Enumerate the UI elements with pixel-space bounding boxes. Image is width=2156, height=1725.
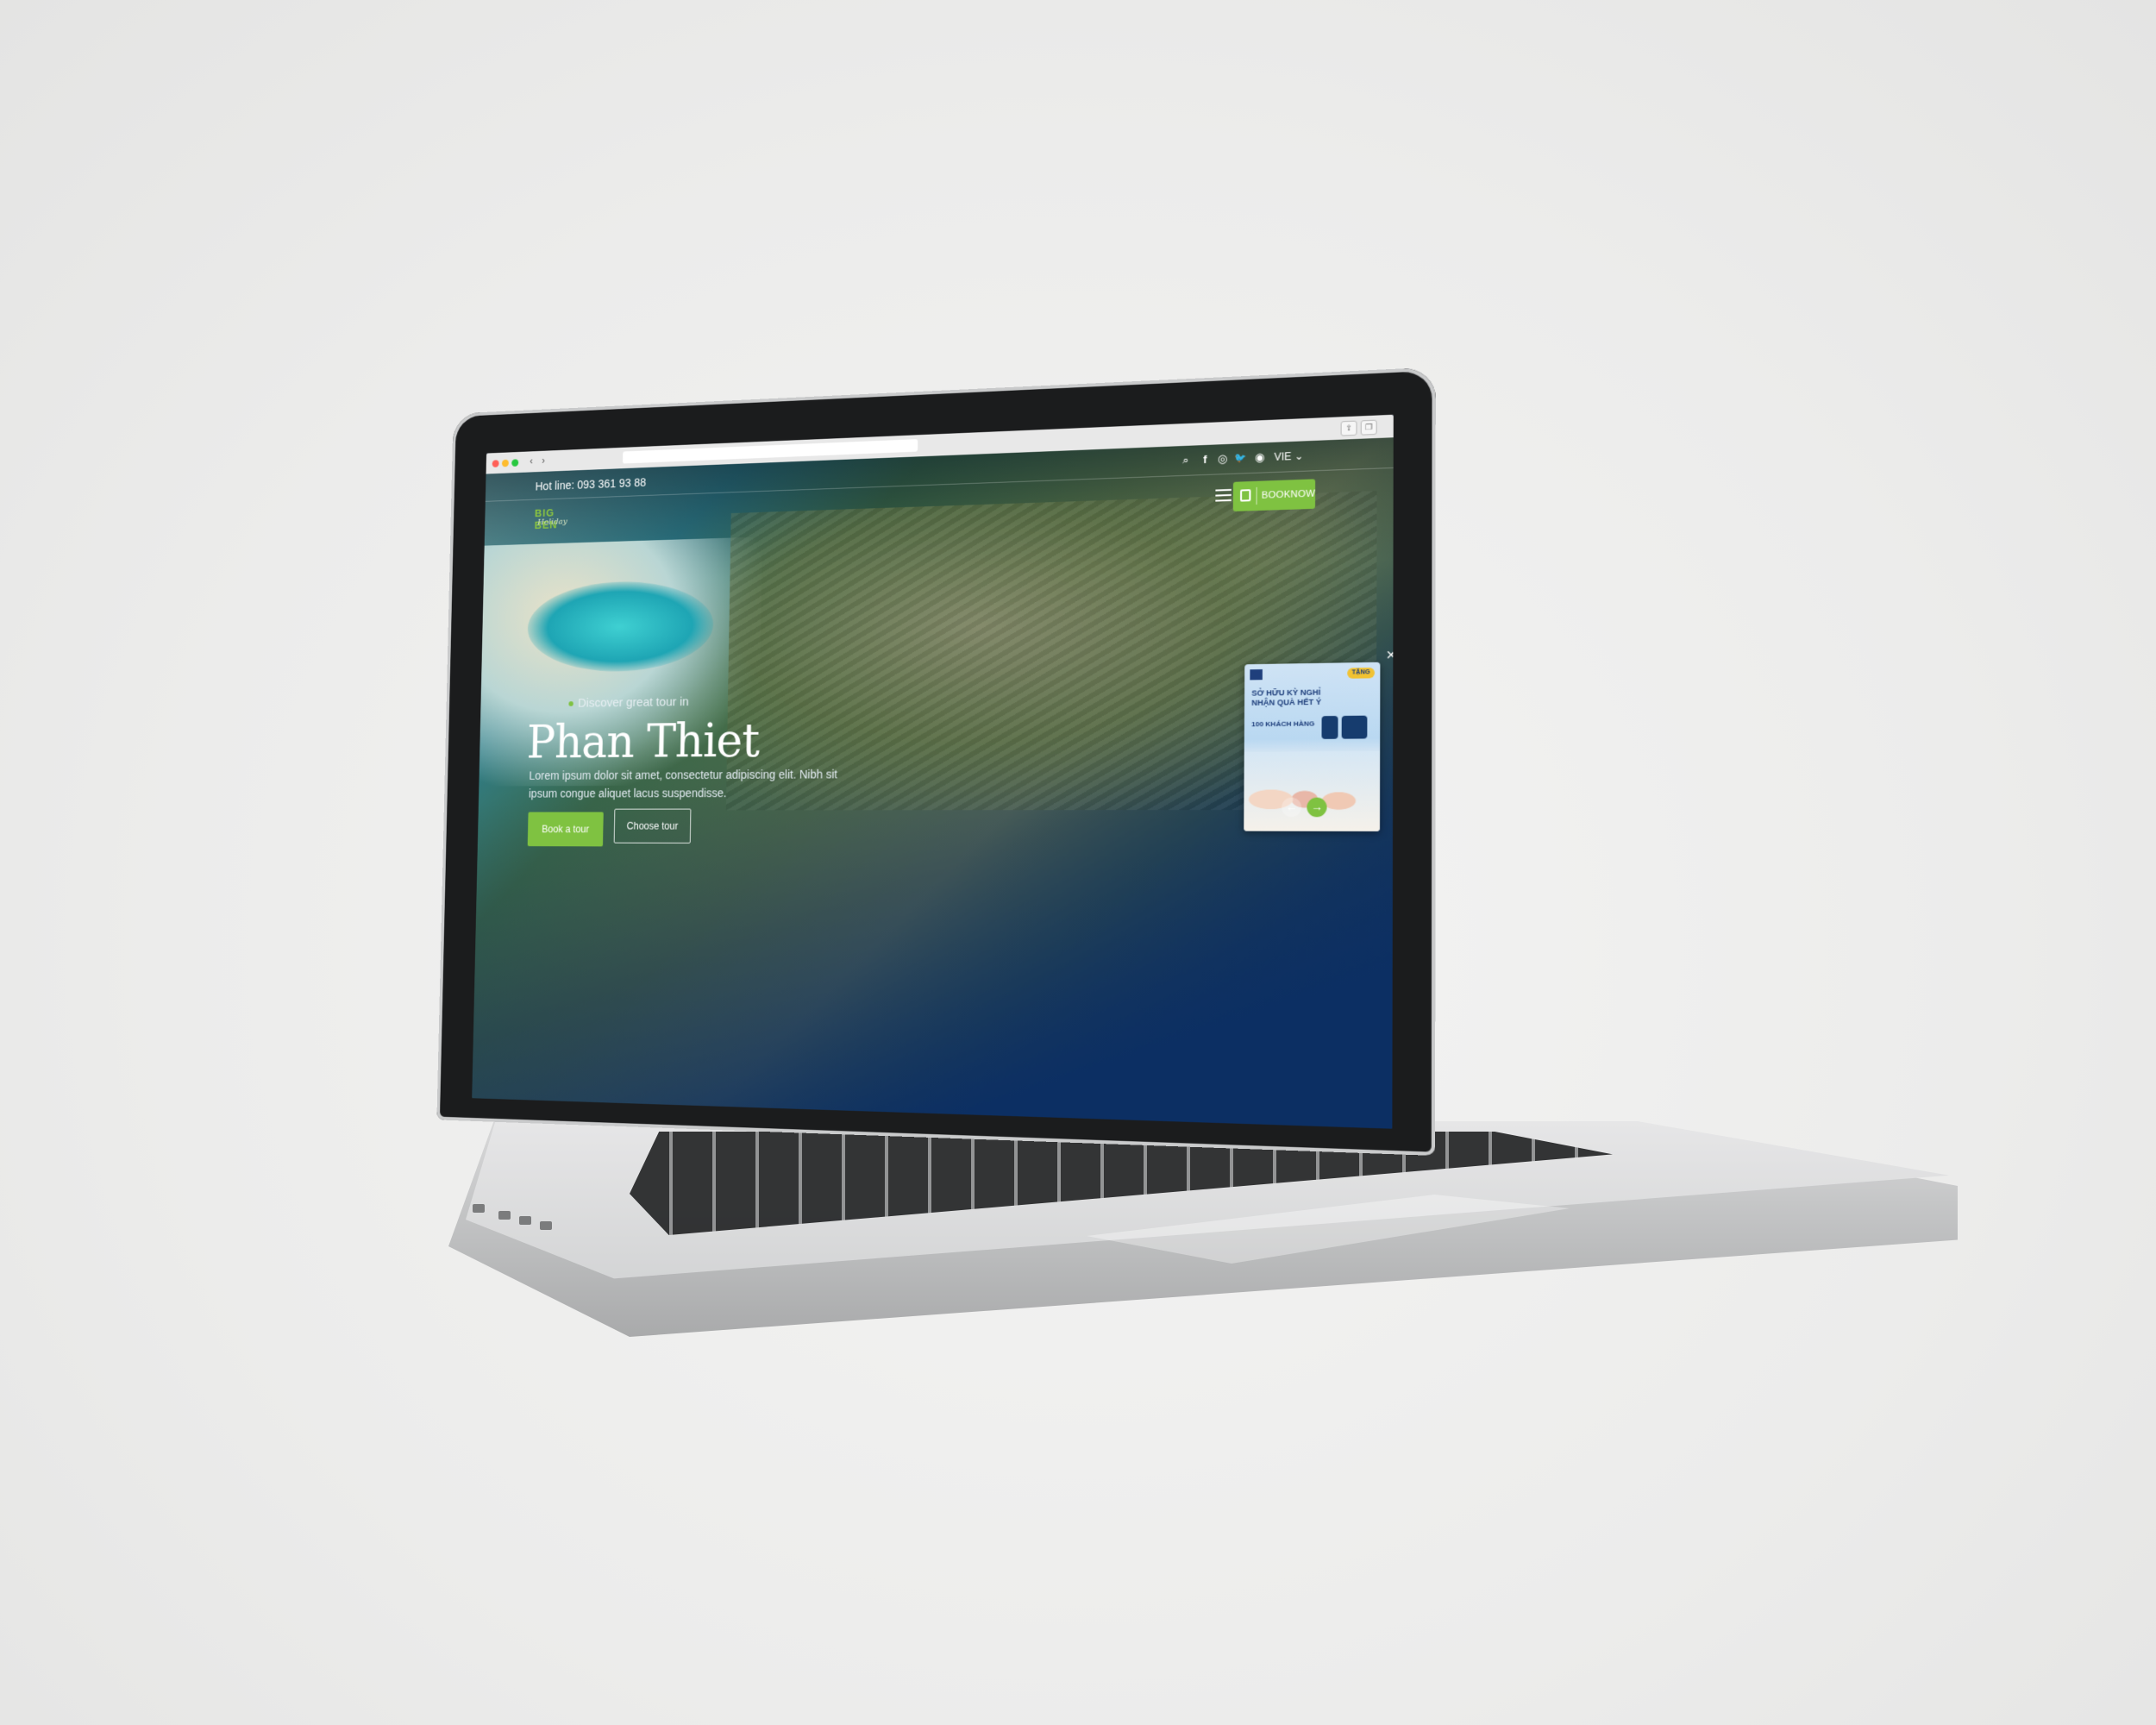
calendar-icon bbox=[1240, 489, 1250, 502]
search-icon[interactable]: ⌕ bbox=[1179, 454, 1193, 468]
hamburger-menu-icon[interactable] bbox=[1215, 489, 1232, 502]
laptop-screen: ‹ › ⇪ ❐ Hot line: 093 361 93 88 ⌕ f ◎ 🐦 … bbox=[472, 415, 1394, 1129]
book-a-tour-button[interactable]: Book a tour bbox=[528, 812, 604, 846]
language-selector[interactable]: VIE ⌄ bbox=[1274, 450, 1303, 463]
slider-next-button[interactable]: → bbox=[1307, 798, 1326, 818]
laptop-mockup: ‹ › ⇪ ❐ Hot line: 093 361 93 88 ⌕ f ◎ 🐦 … bbox=[0, 0, 2156, 1725]
twitter-icon[interactable]: 🐦 bbox=[1233, 451, 1248, 466]
prize-image bbox=[1321, 716, 1338, 739]
promo-count-text: 100 KHÁCH HÀNG bbox=[1251, 719, 1314, 728]
promo-headline: SỞ HỮU KỲ NGHỈ NHẬN QUÀ HẾT Ý bbox=[1251, 687, 1324, 707]
hero-section: Hot line: 093 361 93 88 ⌕ f ◎ 🐦 ◉ VIE ⌄ … bbox=[472, 437, 1394, 1128]
user-icon[interactable]: ◉ bbox=[1253, 450, 1268, 465]
hotline-text[interactable]: Hot line: 093 361 93 88 bbox=[536, 475, 647, 492]
choose-tour-button[interactable]: Choose tour bbox=[614, 809, 692, 844]
close-window-button[interactable] bbox=[492, 460, 499, 467]
maximize-window-button[interactable] bbox=[511, 459, 518, 467]
facebook-icon[interactable]: f bbox=[1198, 453, 1212, 467]
instagram-icon[interactable]: ◎ bbox=[1216, 452, 1230, 467]
usb-port bbox=[540, 1221, 552, 1230]
booknow-button[interactable]: BOOKNOW bbox=[1233, 479, 1315, 511]
forward-button[interactable]: › bbox=[537, 455, 549, 467]
back-button[interactable]: ‹ bbox=[525, 455, 537, 467]
prize-image bbox=[1342, 716, 1368, 739]
booknow-label: BOOKNOW bbox=[1262, 489, 1315, 501]
minimize-window-button[interactable] bbox=[502, 460, 509, 467]
promo-logo bbox=[1250, 669, 1263, 680]
hero-eyebrow: Discover great tour in bbox=[578, 695, 689, 711]
slider-prev-button[interactable]: ← bbox=[1282, 798, 1301, 818]
usb-port bbox=[473, 1204, 485, 1213]
promo-badge: TẶNG bbox=[1347, 668, 1375, 679]
logo-tagline: Holiday bbox=[537, 518, 567, 527]
tabs-icon[interactable]: ❐ bbox=[1361, 420, 1377, 436]
share-icon[interactable]: ⇪ bbox=[1341, 421, 1357, 436]
laptop-lid: ‹ › ⇪ ❐ Hot line: 093 361 93 88 ⌕ f ◎ 🐦 … bbox=[436, 367, 1435, 1156]
hero-title: Phan Thiet bbox=[526, 714, 760, 769]
hero-description: Lorem ipsum dolor sit amet, consectetur … bbox=[529, 765, 861, 803]
usb-port bbox=[519, 1216, 531, 1225]
site-logo[interactable]: BIG BEN Holiday bbox=[534, 506, 567, 536]
promo-photo bbox=[1244, 751, 1380, 831]
usb-port bbox=[498, 1211, 511, 1220]
promo-close-icon[interactable]: ✕ bbox=[1386, 648, 1394, 663]
